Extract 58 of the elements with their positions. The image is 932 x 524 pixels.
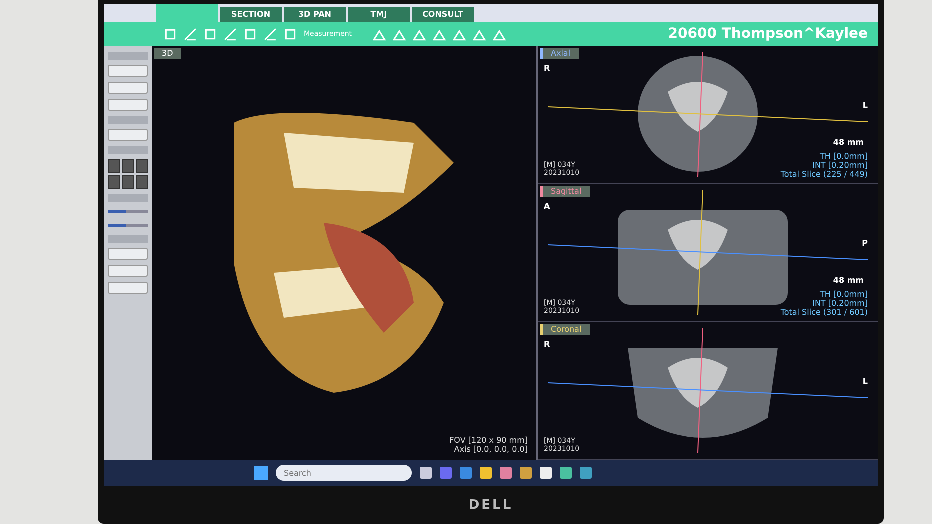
sidebar-button[interactable] xyxy=(108,265,148,277)
sidebar-button[interactable] xyxy=(108,129,148,141)
section-header xyxy=(108,194,148,202)
app-icon[interactable] xyxy=(540,467,552,479)
app-icon[interactable] xyxy=(560,467,572,479)
slice-info: Total Slice (225 / 449) xyxy=(780,170,868,179)
app-icon[interactable] xyxy=(480,467,492,479)
tab[interactable]: 3D PAN xyxy=(284,7,346,22)
app-icon[interactable] xyxy=(520,467,532,479)
thumbnail[interactable] xyxy=(108,175,120,189)
sidebar-button[interactable] xyxy=(108,282,148,294)
thumbnail[interactable] xyxy=(108,159,120,173)
app-icon[interactable] xyxy=(420,467,432,479)
sidebar-button[interactable] xyxy=(108,65,148,77)
orientation-letter: L xyxy=(862,377,868,386)
sidebar-button[interactable] xyxy=(108,82,148,94)
slider-fill[interactable] xyxy=(108,224,126,227)
section-header xyxy=(108,146,148,154)
slice-info: TH [0.0mm] xyxy=(820,152,868,161)
view-label: Axial xyxy=(540,48,579,59)
tab[interactable]: SECTION xyxy=(220,7,282,22)
app-icon[interactable] xyxy=(440,467,452,479)
view-label: Sagittal xyxy=(540,186,590,197)
section-header xyxy=(108,116,148,124)
orientation-letter: R xyxy=(544,340,550,349)
slice-info: INT [0.20mm] xyxy=(812,299,868,308)
scale-text: 48 mm xyxy=(833,276,864,285)
slider-fill[interactable] xyxy=(108,210,126,213)
app-icon[interactable] xyxy=(500,467,512,479)
orientation-letter: P xyxy=(862,239,868,248)
thumbnail[interactable] xyxy=(136,159,148,173)
orientation-letter: A xyxy=(544,202,550,211)
patient-name: 20600 Thompson^Kaylee xyxy=(668,26,868,42)
orientation-letter: L xyxy=(862,101,868,110)
orientation-letter: R xyxy=(544,64,550,73)
slice-info: TH [0.0mm] xyxy=(820,290,868,299)
section-header xyxy=(108,235,148,243)
view-label: 3D xyxy=(154,48,182,59)
thumbnail[interactable] xyxy=(136,175,148,189)
thumbnail[interactable] xyxy=(122,159,134,173)
sidebar-button[interactable] xyxy=(108,248,148,260)
view-label: Coronal xyxy=(540,324,590,335)
tab[interactable] xyxy=(156,4,218,22)
slice-info: INT [0.20mm] xyxy=(812,161,868,170)
app-icon[interactable] xyxy=(580,467,592,479)
search-field[interactable]: Search xyxy=(276,465,412,481)
scale-text: 48 mm xyxy=(833,138,864,147)
start-icon[interactable] xyxy=(254,466,268,480)
brand-logo: DELL xyxy=(468,498,514,512)
section-header xyxy=(108,52,148,60)
fov-text: FOV [120 x 90 mm] xyxy=(450,436,528,445)
axis-text: Axis [0.0, 0.0, 0.0] xyxy=(454,445,528,454)
app-icon[interactable] xyxy=(460,467,472,479)
thumbnail[interactable] xyxy=(122,175,134,189)
tab[interactable]: CONSULT xyxy=(412,7,474,22)
slice-info: Total Slice (301 / 601) xyxy=(780,308,868,317)
tab[interactable]: TMJ xyxy=(348,7,410,22)
sidebar-button[interactable] xyxy=(108,99,148,111)
